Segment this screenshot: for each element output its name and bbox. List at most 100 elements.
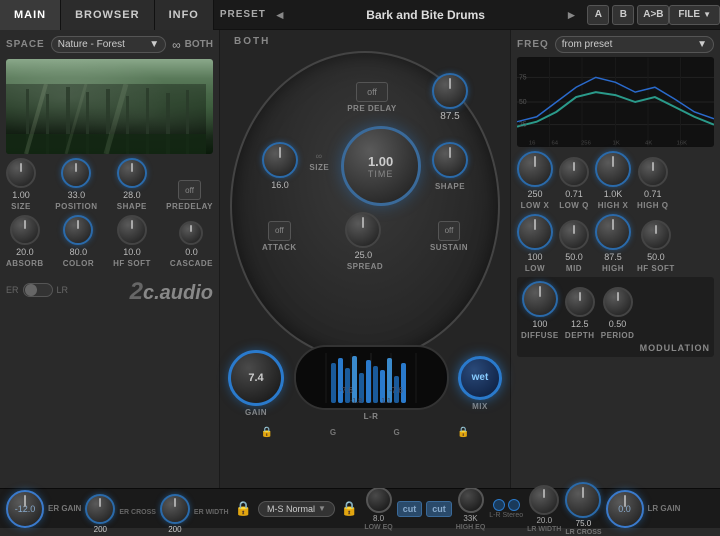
absorb-knob[interactable] [10, 215, 40, 245]
gain-stereo-label: L-R Stereo [489, 512, 523, 519]
er-cross-value: 200 [94, 525, 107, 534]
period-knob[interactable] [603, 287, 633, 317]
cut-button-right[interactable]: cut [426, 501, 452, 517]
depth-value: 12.5 [571, 319, 589, 329]
sustain-label: SUSTAIN [430, 243, 468, 252]
forest-svg [6, 84, 206, 154]
predelay-button[interactable]: off [178, 180, 201, 200]
diffuse-knob[interactable] [522, 281, 558, 317]
period-group: 0.50 PERIOD [601, 287, 635, 340]
preset-b-button[interactable]: B [612, 5, 634, 25]
er-toggle-switch[interactable] [23, 283, 53, 297]
space-select[interactable]: Nature - Forest ▼ [51, 36, 166, 53]
freq-label: FREQ [517, 39, 549, 50]
file-button[interactable]: FILE ▼ [669, 5, 720, 25]
hfsoft-right-group: 50.0 HF SOFT [637, 220, 675, 273]
gain-lock-row: 🔒 G G 🔒 [224, 427, 506, 438]
low-q-knob[interactable] [559, 157, 589, 187]
low-label: LOW [525, 264, 545, 273]
lr-cross-label: LR CROSS [565, 529, 601, 536]
depth-knob[interactable] [565, 287, 595, 317]
er-toggle[interactable]: ER LR [6, 283, 68, 297]
cascade-knob[interactable] [179, 221, 203, 245]
gain-knob[interactable]: 7.4 [228, 350, 284, 406]
attack-button[interactable]: off [268, 221, 291, 241]
color-knob[interactable] [63, 215, 93, 245]
position-knob[interactable] [61, 158, 91, 188]
diffuse-value: 100 [532, 319, 547, 329]
svg-text:-1.8: -1.8 [350, 398, 362, 405]
high-eq-knob[interactable] [458, 487, 484, 513]
time-value: 1.00 [368, 154, 394, 169]
mid-label: MID [566, 264, 582, 273]
low-eq-label: LOW EQ [364, 524, 392, 531]
gain-lock-left: 🔒 [260, 427, 272, 438]
low-knob[interactable] [517, 214, 553, 250]
tab-browser[interactable]: BROWSER [61, 0, 154, 30]
svg-text:75: 75 [519, 74, 527, 81]
high-x-knob[interactable] [595, 151, 631, 187]
preset-a-button[interactable]: A [587, 5, 609, 25]
top-bar: MAIN BROWSER INFO PRESET ◄ Bark and Bite… [0, 0, 720, 30]
shape-knob-group: 28.0 SHAPE [117, 158, 147, 211]
high-x-label: HIGH X [598, 201, 629, 210]
both-indicator: ∞ BOTH [172, 38, 213, 52]
low-group: 100 LOW [517, 214, 553, 273]
low-x-knob[interactable] [517, 151, 553, 187]
er-width-knob[interactable]: 200 [160, 494, 190, 524]
center-size-knob[interactable] [262, 142, 298, 178]
next-preset-button[interactable]: ► [562, 8, 582, 22]
svg-text:-7.6: -7.6 [339, 386, 353, 395]
shape-center-knob[interactable] [432, 142, 468, 178]
er-width-label: ER WIDTH [194, 509, 229, 516]
toggle-knob [25, 284, 37, 296]
lr-width-label: LR WIDTH [527, 526, 561, 533]
mid-knob[interactable] [559, 220, 589, 250]
center-panel: BOTH off PRE DELAY 87.5 [220, 30, 510, 488]
hfsoft-right-label: HF SOFT [637, 264, 675, 273]
link-size-icon: ∞ [316, 151, 323, 161]
cut-button-left[interactable]: cut [397, 501, 423, 517]
gain-indicator-left [493, 499, 505, 511]
sustain-button[interactable]: off [438, 221, 461, 241]
svg-text:50: 50 [519, 99, 527, 106]
predelay-knob-group: off PREDELAY [166, 180, 213, 211]
lr-label: L-R [364, 412, 379, 421]
hfsoft-knob[interactable] [117, 215, 147, 245]
time-knob[interactable]: 1.00 TIME [341, 126, 421, 206]
cascade-label: CASCADE [170, 259, 213, 268]
modulation-label: MODULATION [521, 343, 710, 353]
er-cross-knob[interactable]: 200 [85, 494, 115, 524]
predelay-top-button[interactable]: off [356, 82, 388, 102]
lr-gain-knob[interactable]: 0.0 [606, 490, 644, 528]
predelay-value-knob[interactable] [432, 73, 468, 109]
size-label: SIZE [11, 202, 31, 211]
low-x-label: LOW X [521, 201, 550, 210]
lr-width-knob[interactable] [529, 485, 559, 515]
cascade-knob-group: 0.0 CASCADE [170, 221, 213, 268]
freq-select[interactable]: from preset ▼ [555, 36, 714, 53]
low-x-group: 250 LOW X [517, 151, 553, 210]
svg-text:256: 256 [581, 140, 592, 146]
high-knob[interactable] [595, 214, 631, 250]
low-eq-knob[interactable] [366, 487, 392, 513]
spread-value: 25.0 [355, 250, 373, 260]
position-value: 33.0 [68, 190, 86, 200]
brand-logo: 2c.audio [130, 278, 213, 306]
tab-info[interactable]: INFO [155, 0, 214, 30]
mid-value: 50.0 [565, 252, 583, 262]
lr-cross-knob[interactable]: 75.0 [565, 482, 601, 518]
mix-knob[interactable]: wet [458, 356, 502, 400]
size-knob[interactable] [6, 158, 36, 188]
spread-center-knob[interactable] [345, 212, 381, 248]
tab-main[interactable]: MAIN [0, 0, 61, 30]
er-gain-knob[interactable]: -12.0 [6, 490, 44, 528]
lr-width-value: 20.0 [536, 516, 552, 525]
preset-ab-button[interactable]: A>B [637, 5, 669, 25]
ms-select[interactable]: M-S Normal ▼ [258, 501, 335, 517]
prev-preset-button[interactable]: ◄ [270, 8, 290, 22]
diffuse-label: DIFFUSE [521, 331, 559, 340]
high-q-knob[interactable] [638, 157, 668, 187]
shape-knob[interactable] [117, 158, 147, 188]
hfsoft-right-knob[interactable] [641, 220, 671, 250]
